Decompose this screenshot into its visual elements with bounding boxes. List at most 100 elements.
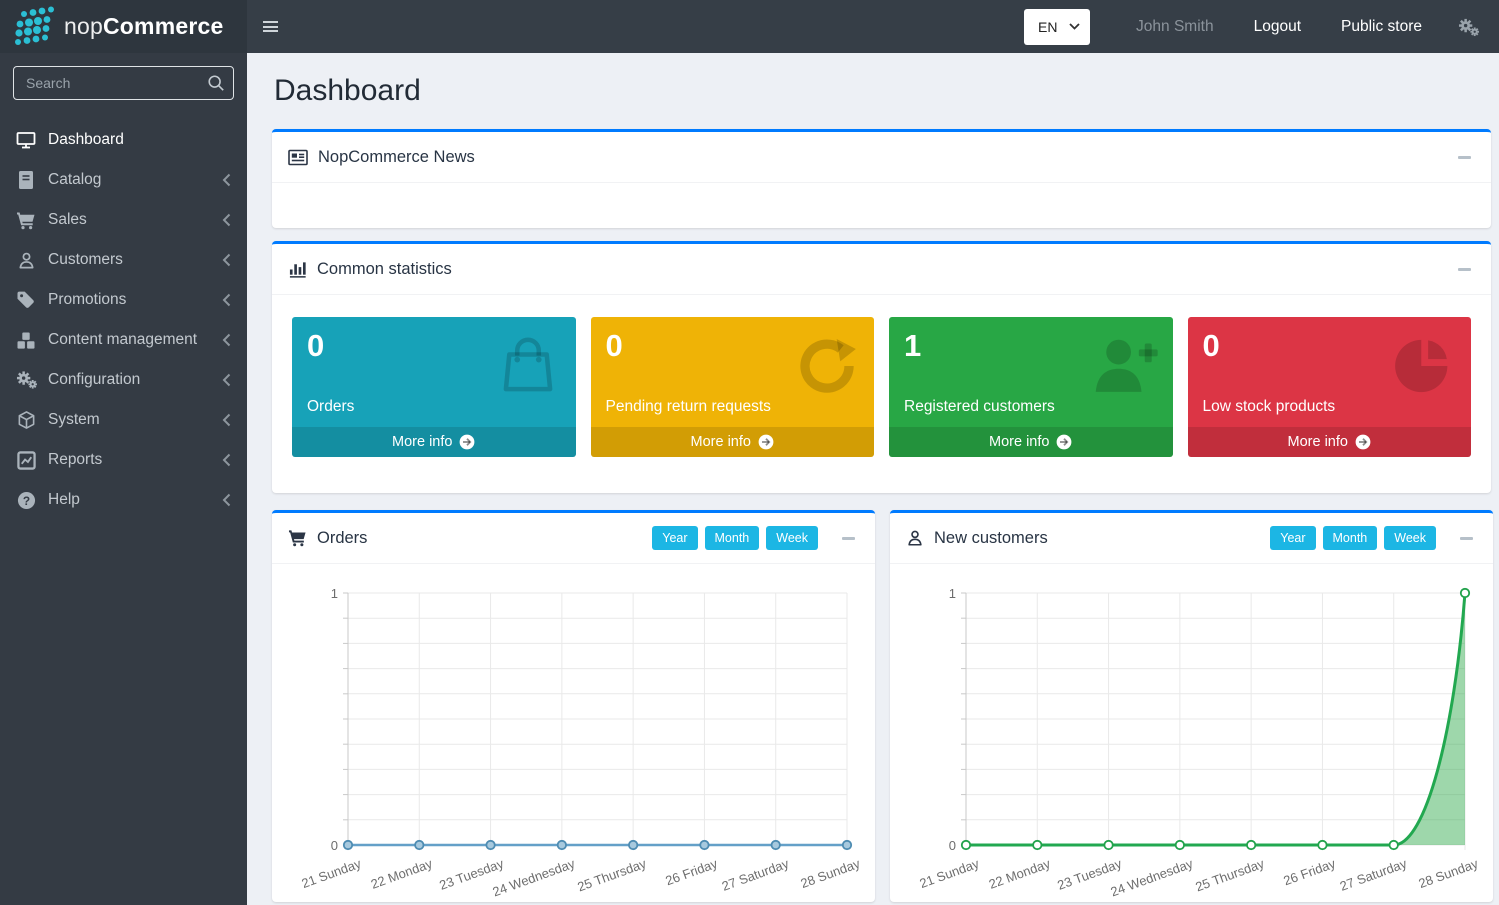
sidebar-item-reports[interactable]: Reports [0,440,247,480]
chevron-left-icon [222,293,231,307]
stat-card-orders: 0 Orders More info [292,317,576,457]
orders-chart-title: Orders [317,529,367,548]
sidebar-item-system[interactable]: System [0,400,247,440]
cubes-icon [15,331,37,350]
sidebar-item-help[interactable]: ? Help [0,480,247,520]
chevron-left-icon [222,453,231,467]
customers-month-button[interactable]: Month [1323,526,1378,550]
sidebar-item-catalog[interactable]: Catalog [0,160,247,200]
orders-month-button[interactable]: Month [705,526,760,550]
stat-card-registered-customers: 1 Registered customers More info [889,317,1173,457]
svg-text:25 Thursday: 25 Thursday [1193,856,1266,895]
question-icon: ? [15,491,37,510]
svg-text:21 Sunday: 21 Sunday [299,856,363,892]
svg-text:0: 0 [949,838,956,853]
sidebar-item-content-management[interactable]: Content management [0,320,247,360]
user-plus-icon [1089,333,1159,402]
sidebar-toggle-button[interactable] [247,0,293,53]
sidebar-item-configuration[interactable]: Configuration [0,360,247,400]
arrow-circle-right-icon [758,434,774,450]
minus-icon [1460,537,1473,540]
orders-chart-panel: Orders Year Month Week 1021 Sunday22 Mon… [272,510,875,902]
chevron-down-icon [1069,23,1080,30]
customers-week-button[interactable]: Week [1384,526,1436,550]
minus-icon [842,537,855,540]
orders-line-chart: 1021 Sunday22 Monday23 Tuesday24 Wednesd… [286,571,861,903]
more-info-link[interactable]: More info [591,427,875,457]
stat-label: Low stock products [1203,398,1336,416]
refresh-icon [794,333,860,404]
collapse-button[interactable] [1453,268,1475,271]
stat-card-low-stock: 0 Low stock products More info [1188,317,1472,457]
collapse-button[interactable] [1453,156,1475,159]
svg-text:27 Saturday: 27 Saturday [720,856,791,894]
collapse-button[interactable] [1455,537,1477,540]
sidebar-item-sales[interactable]: Sales [0,200,247,240]
common-statistics-title: Common statistics [317,260,452,279]
more-info-link[interactable]: More info [1188,427,1472,457]
minus-icon [1458,156,1471,159]
svg-text:26 Friday: 26 Friday [1281,856,1338,889]
common-statistics-panel: Common statistics 0 Orders M [272,241,1491,493]
minus-icon [1458,268,1471,271]
svg-text:28 Sunday: 28 Sunday [798,856,861,892]
chevron-left-icon [222,373,231,387]
more-info-link[interactable]: More info [292,427,576,457]
sidebar-item-promotions[interactable]: Promotions [0,280,247,320]
arrow-circle-right-icon [1056,434,1072,450]
more-info-label: More info [1288,434,1348,450]
chevron-left-icon [222,253,231,267]
customers-year-button[interactable]: Year [1270,526,1315,550]
sidebar-item-label: Dashboard [48,131,124,149]
sidebar-item-label: Sales [48,211,87,229]
language-select[interactable]: EN [1024,9,1090,45]
gears-icon [15,370,37,390]
stat-label: Orders [307,398,354,416]
chart-line-icon [15,451,37,470]
cube-icon [15,410,37,430]
chevron-left-icon [222,173,231,187]
sidebar-item-label: Reports [48,451,102,469]
news-panel-title: NopCommerce News [318,148,475,167]
svg-text:24 Wednesday: 24 Wednesday [1108,856,1195,900]
search-icon[interactable] [207,74,225,97]
brand-logo[interactable]: nopCommerce [0,0,247,53]
svg-text:28 Sunday: 28 Sunday [1416,856,1479,892]
content-area: Dashboard NopCommerce News [247,53,1499,905]
svg-text:27 Saturday: 27 Saturday [1338,856,1409,894]
user-icon [15,251,37,270]
cart-icon [288,529,307,547]
more-info-link[interactable]: More info [889,427,1173,457]
svg-text:25 Thursday: 25 Thursday [575,856,648,895]
news-panel: NopCommerce News [272,129,1491,228]
sidebar-item-label: Promotions [48,291,126,309]
new-customers-line-chart: 1021 Sunday22 Monday23 Tuesday24 Wednesd… [904,571,1479,903]
logout-link[interactable]: Logout [1234,18,1321,36]
chart-bar-icon [288,260,307,278]
user-icon [906,529,924,547]
sidebar-item-label: Catalog [48,171,101,189]
sidebar-item-label: Customers [48,251,123,269]
sidebar-item-label: System [48,411,100,429]
settings-button[interactable] [1442,17,1485,37]
more-info-label: More info [691,434,751,450]
chevron-left-icon [222,493,231,507]
orders-week-button[interactable]: Week [766,526,818,550]
arrow-circle-right-icon [1355,434,1371,450]
language-selected: EN [1038,19,1057,35]
more-info-label: More info [392,434,452,450]
public-store-link[interactable]: Public store [1321,18,1442,36]
orders-year-button[interactable]: Year [652,526,697,550]
monitor-icon [15,130,37,150]
svg-text:22 Monday: 22 Monday [987,856,1053,892]
collapse-button[interactable] [837,537,859,540]
stat-card-pending-returns: 0 Pending return requests More info [591,317,875,457]
brand-dots-icon [12,6,56,48]
sidebar-item-label: Configuration [48,371,140,389]
svg-text:0: 0 [331,838,338,853]
sidebar-item-dashboard[interactable]: Dashboard [0,120,247,160]
search-input[interactable] [13,66,234,100]
sidebar-item-customers[interactable]: Customers [0,240,247,280]
arrow-circle-right-icon [459,434,475,450]
sidebar: Dashboard Catalog Sales Cu [0,53,247,905]
